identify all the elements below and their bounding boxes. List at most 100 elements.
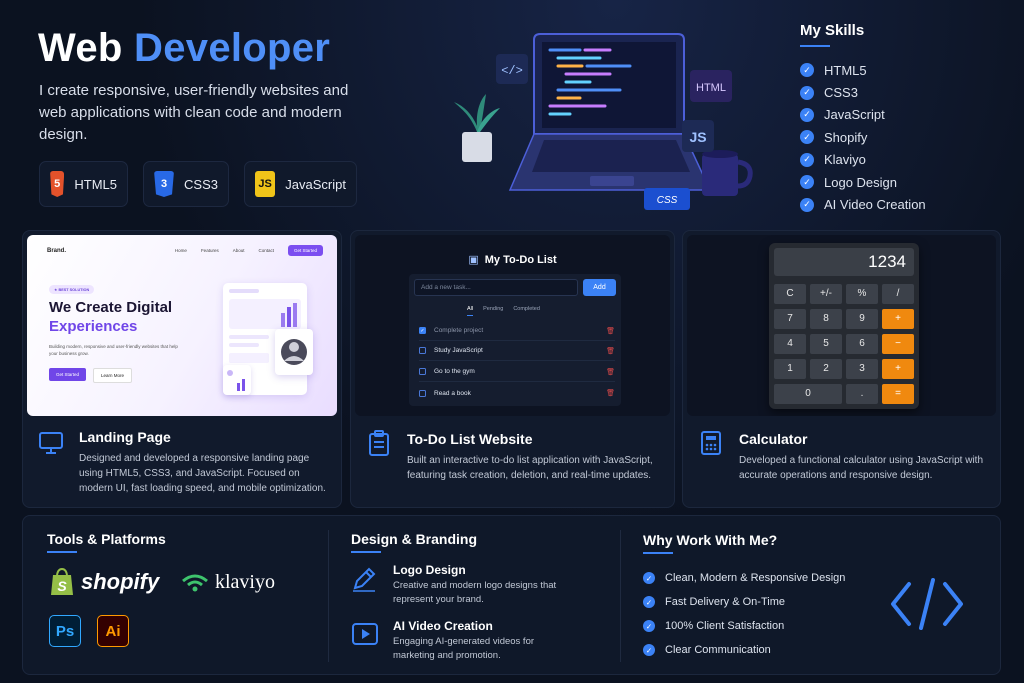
calc-key: 5 [810, 334, 842, 354]
skill-item: ✓ JavaScript [800, 104, 926, 126]
calc-key: % [846, 284, 878, 304]
skill-item: ✓ Shopify [800, 126, 926, 148]
todo-title: ▣ My To-Do List [355, 253, 670, 266]
tools-underline [47, 551, 77, 553]
check-icon: ✓ [643, 620, 655, 632]
calc-key: 1 [774, 359, 806, 379]
check-icon: ✓ [643, 572, 655, 584]
css3-icon: 3 [154, 171, 175, 197]
project-card-calculator[interactable]: 1234 C +/- % / 7 8 9 + 4 5 6 − 1 2 3 + 0… [682, 230, 1001, 508]
preview-subtext: Building modern, responsive and user-fri… [49, 344, 178, 356]
why-label: Fast Delivery & On-Time [665, 596, 786, 608]
why-title: Why Work With Me? [643, 532, 778, 548]
calculator-icon [701, 431, 721, 455]
clipboard-icon [369, 430, 389, 456]
video-icon [352, 623, 378, 645]
todo-text: Read a book [434, 389, 471, 397]
chip-label: HTML5 [74, 176, 117, 192]
why-label: Clean, Modern & Responsive Design [665, 572, 846, 584]
javascript-icon: JS [255, 171, 276, 197]
check-icon: ✓ [643, 644, 655, 656]
skill-label: HTML5 [824, 62, 867, 78]
hero-description: I create responsive, user-friendly websi… [39, 82, 349, 143]
preview-headline-line1: We Create Digital [49, 299, 173, 316]
check-icon: ✓ [800, 152, 814, 167]
trash-icon: 🗑 [606, 327, 615, 335]
check-icon: ✓ [800, 175, 814, 190]
calc-key: 4 [774, 334, 806, 354]
calculator-preview: 1234 C +/- % / 7 8 9 + 4 5 6 − 1 2 3 + 0… [687, 235, 996, 416]
html5-icon: 5 [50, 171, 65, 197]
project-title: Landing Page [79, 429, 171, 445]
why-label: Clear Communication [665, 644, 771, 656]
skill-label: CSS3 [824, 85, 858, 101]
calc-key-operator: + [882, 359, 914, 379]
code-brackets-icon [891, 578, 963, 630]
calc-key: / [882, 284, 914, 304]
hero-title-part2: Developer [134, 26, 331, 70]
project-description: Built an interactive to-do list applicat… [407, 455, 653, 481]
project-description: Designed and developed a responsive land… [79, 453, 326, 494]
calc-key-operator: − [882, 334, 914, 354]
todo-panel: Add a new task... Add All Pending Comple… [409, 274, 621, 406]
calc-key-equals: = [882, 384, 914, 404]
preview-stats-card [223, 365, 251, 395]
chip-css3: 3 CSS3 [143, 161, 229, 207]
preview-primary-button: Get Started [49, 368, 87, 381]
hero-title-part1: Web [38, 26, 123, 70]
tag-code: </> [501, 64, 523, 78]
why-label: 100% Client Satisfaction [665, 620, 785, 632]
check-icon: ✓ [800, 63, 814, 78]
project-card-landing[interactable]: Brand. Home Features About Contact Get S… [22, 230, 342, 508]
klaviyo-logo: klaviyo [181, 571, 275, 594]
trash-icon: 🗑 [606, 390, 615, 397]
chip-label: CSS3 [184, 176, 218, 192]
design-title: Design & Branding [351, 531, 478, 547]
preview-nav-link: Features [200, 248, 219, 253]
calc-key: 3 [846, 359, 878, 379]
skill-label: AI Video Creation [824, 197, 926, 213]
chip-label: JavaScript [285, 176, 346, 192]
trash-icon: 🗑 [606, 368, 615, 376]
todo-add-button: Add [583, 279, 616, 296]
skill-item: ✓ Logo Design [800, 171, 926, 193]
skills-list: ✓ HTML5 ✓ CSS3 ✓ JavaScript ✓ Shopify ✓ Klavi… [800, 59, 926, 216]
preview-nav-link: Contact [258, 248, 274, 253]
preview-secondary-button: Learn More [93, 368, 133, 383]
project-title: Calculator [739, 431, 808, 447]
todo-row: ✓ Complete project 🗑 [419, 321, 615, 341]
monitor-icon [39, 432, 63, 454]
calc-key: C [774, 284, 806, 304]
svg-text:S: S [57, 578, 67, 594]
todo-text: Study JavaScript [434, 347, 483, 354]
preview-nav-link: Home [174, 248, 187, 253]
chip-javascript: JS JavaScript [244, 161, 357, 207]
project-card-todo[interactable]: ▣ My To-Do List Add a new task... Add All… [350, 230, 675, 508]
klaviyo-wave-icon [182, 574, 208, 591]
design-item-title: AI Video Creation [393, 619, 493, 633]
laptop-illustration: </> HTML JS CSS [440, 22, 770, 217]
check-icon: ✓ [800, 85, 814, 100]
design-underline [351, 551, 381, 553]
skill-label: Klaviyo [824, 152, 866, 168]
preview-headline: We Create Digital Experiences [49, 298, 172, 336]
skill-label: JavaScript [824, 107, 885, 123]
check-icon: ✓ [800, 130, 814, 145]
illustrator-icon: Ai [97, 615, 129, 647]
skill-item: ✓ AI Video Creation [800, 193, 926, 215]
todo-tab-all: All [467, 306, 474, 316]
project-title: To-Do List Website [407, 431, 533, 447]
laptop-icon: </> HTML JS CSS [454, 33, 753, 210]
todo-title-text: My To-Do List [484, 254, 557, 266]
todo-text: Go to the gym [434, 368, 475, 375]
tools-title: Tools & Platforms [47, 531, 166, 547]
calculator-display: 1234 [774, 248, 914, 276]
design-item-title: Logo Design [393, 563, 466, 577]
preview-nav-link: About [232, 248, 245, 253]
todo-tabs: All Pending Completed [467, 306, 540, 316]
shopify-bag-icon: S [51, 567, 73, 595]
why-item: ✓ Clean, Modern & Responsive Design [643, 566, 845, 590]
why-list: ✓ Clean, Modern & Responsive Design ✓ Fast… [643, 566, 845, 662]
calc-key-operator: + [882, 309, 914, 329]
calc-key: 2 [810, 359, 842, 379]
